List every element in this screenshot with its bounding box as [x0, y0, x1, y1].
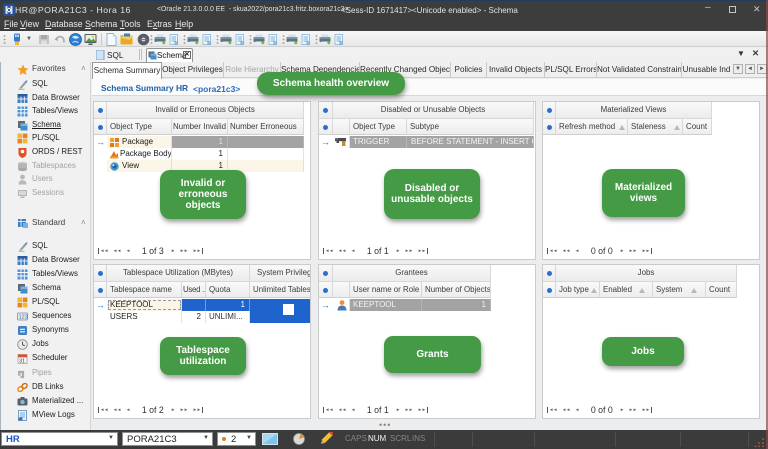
- svg-text:123: 123: [19, 315, 28, 321]
- svg-text:31: 31: [19, 359, 25, 365]
